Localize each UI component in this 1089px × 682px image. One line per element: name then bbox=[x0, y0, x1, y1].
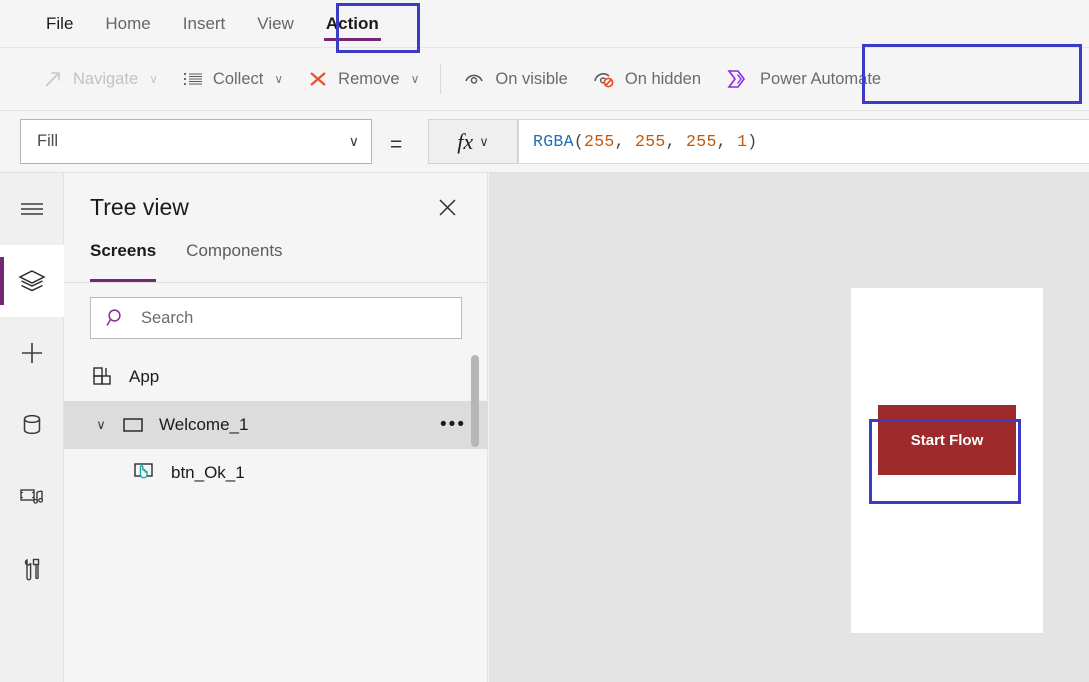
tree-node-label: App bbox=[129, 367, 160, 386]
data-cylinder-icon bbox=[19, 411, 45, 439]
tree-view-tabs: Screens Components bbox=[64, 241, 487, 283]
button-control-icon bbox=[128, 460, 162, 486]
collect-button[interactable]: Collect ∨ bbox=[170, 56, 295, 102]
property-dropdown[interactable]: Fill ∨ bbox=[20, 119, 372, 164]
on-visible-button[interactable]: On visible bbox=[450, 56, 579, 102]
chevron-down-icon[interactable]: ∨ bbox=[274, 72, 283, 86]
formula-arg-g: 255 bbox=[635, 132, 666, 151]
navigate-label: Navigate bbox=[73, 69, 139, 88]
power-apps-studio: File Home Insert View Action Navigate ∨ bbox=[0, 0, 1089, 682]
bulleted-list-icon bbox=[182, 68, 204, 90]
tree-node-welcome-1[interactable]: ∨ Welcome_1 ••• bbox=[64, 401, 488, 449]
tree-view-scrollbar[interactable] bbox=[471, 355, 479, 447]
menu-item-insert[interactable]: Insert bbox=[167, 0, 242, 48]
start-flow-button-label: Start Flow bbox=[910, 431, 984, 449]
tree-node-more-button[interactable]: ••• bbox=[440, 414, 466, 436]
menu-bar: File Home Insert View Action bbox=[0, 0, 1089, 48]
eye-hidden-icon bbox=[592, 68, 616, 90]
screen-preview[interactable]: Start Flow bbox=[851, 288, 1043, 633]
formula-arg-r: 255 bbox=[584, 132, 615, 151]
left-rail bbox=[0, 173, 64, 682]
remove-button[interactable]: Remove ∨ bbox=[295, 56, 431, 102]
on-visible-label: On visible bbox=[495, 69, 568, 88]
tree-node-label: btn_Ok_1 bbox=[171, 463, 245, 482]
chevron-down-icon[interactable]: ∨ bbox=[86, 417, 116, 433]
search-icon bbox=[105, 307, 127, 329]
collect-label: Collect bbox=[212, 69, 264, 88]
navigate-button[interactable]: Navigate ∨ bbox=[30, 56, 170, 102]
tree-node-label: Welcome_1 bbox=[159, 415, 249, 434]
tree-view-header: Tree view bbox=[64, 173, 487, 241]
app-canvas[interactable]: Start Flow bbox=[489, 173, 1089, 682]
menu-item-label: Home bbox=[105, 13, 151, 33]
on-hidden-label: On hidden bbox=[624, 69, 702, 88]
on-hidden-button[interactable]: On hidden bbox=[580, 56, 713, 102]
arrow-up-right-icon bbox=[42, 68, 64, 90]
close-icon[interactable] bbox=[431, 191, 463, 223]
tree-view-panel: Tree view Screens Components Search App … bbox=[64, 173, 488, 682]
power-automate-button[interactable]: Power Automate bbox=[713, 56, 893, 102]
formula-input[interactable]: RGBA(255, 255, 255, 1) bbox=[518, 119, 1089, 164]
formula-open-paren: ( bbox=[573, 132, 585, 151]
rail-item-insert[interactable] bbox=[0, 317, 64, 389]
menu-item-view[interactable]: View bbox=[241, 0, 310, 48]
fx-label: fx bbox=[457, 128, 474, 154]
hamburger-menu-icon bbox=[18, 197, 46, 221]
tree-node-list: App ∨ Welcome_1 ••• btn_Ok_1 bbox=[64, 353, 488, 497]
tree-view-title: Tree view bbox=[90, 193, 189, 220]
tree-node-btn-ok-1[interactable]: btn_Ok_1 bbox=[64, 449, 488, 497]
formula-separator: , bbox=[614, 132, 636, 151]
chevron-down-icon[interactable]: ∨ bbox=[411, 72, 420, 86]
formula-arg-a: 1 bbox=[737, 132, 748, 151]
search-placeholder: Search bbox=[141, 308, 194, 327]
menu-item-label: Action bbox=[325, 13, 379, 33]
advanced-tools-icon bbox=[19, 555, 45, 583]
formula-close-paren: ) bbox=[747, 132, 758, 151]
fx-button[interactable]: fx ∨ bbox=[428, 119, 518, 164]
search-input[interactable]: Search bbox=[90, 297, 462, 339]
screen-rect-icon bbox=[116, 413, 150, 437]
app-grid-icon bbox=[86, 365, 120, 389]
formula-bar: Fill ∨ = fx ∨ RGBA(255, 255, 255, 1) bbox=[0, 111, 1089, 173]
chevron-down-icon: ∨ bbox=[348, 133, 359, 149]
insert-plus-icon bbox=[18, 339, 46, 367]
property-dropdown-value: Fill bbox=[37, 132, 59, 150]
menu-item-action[interactable]: Action bbox=[310, 0, 395, 48]
formula-function-name: RGBA bbox=[533, 132, 574, 151]
equals-sign: = bbox=[390, 133, 403, 156]
x-red-icon bbox=[307, 68, 329, 90]
command-separator bbox=[440, 64, 442, 94]
tab-label: Screens bbox=[90, 241, 157, 260]
remove-label: Remove bbox=[338, 69, 400, 88]
tree-node-app[interactable]: App bbox=[64, 353, 488, 401]
media-icon bbox=[17, 483, 47, 511]
chevron-down-icon: ∨ bbox=[479, 133, 489, 149]
tab-screens[interactable]: Screens bbox=[90, 241, 164, 282]
eye-icon bbox=[462, 68, 486, 90]
formula-separator: , bbox=[665, 132, 687, 151]
power-automate-icon bbox=[725, 67, 751, 91]
start-flow-button[interactable]: Start Flow bbox=[878, 405, 1016, 475]
tab-label: Components bbox=[186, 241, 283, 260]
menu-item-file[interactable]: File bbox=[30, 0, 89, 48]
rail-item-advanced[interactable] bbox=[0, 533, 64, 605]
menu-item-label: Insert bbox=[182, 13, 226, 33]
menu-item-home[interactable]: Home bbox=[89, 0, 166, 48]
power-automate-label: Power Automate bbox=[760, 69, 882, 88]
rail-item-media[interactable] bbox=[0, 461, 64, 533]
menu-item-label: File bbox=[46, 13, 74, 33]
tree-view-layers-icon bbox=[17, 267, 47, 295]
formula-separator: , bbox=[716, 132, 738, 151]
menu-item-label: View bbox=[257, 13, 294, 33]
rail-item-tree-view[interactable] bbox=[0, 245, 64, 317]
chevron-down-icon[interactable]: ∨ bbox=[149, 72, 158, 86]
tab-components[interactable]: Components bbox=[186, 241, 290, 282]
rail-item-hamburger[interactable] bbox=[0, 173, 64, 245]
command-bar: Navigate ∨ Collect ∨ Remove ∨ On visible… bbox=[0, 48, 1089, 111]
formula-arg-b: 255 bbox=[686, 132, 717, 151]
rail-item-data[interactable] bbox=[0, 389, 64, 461]
